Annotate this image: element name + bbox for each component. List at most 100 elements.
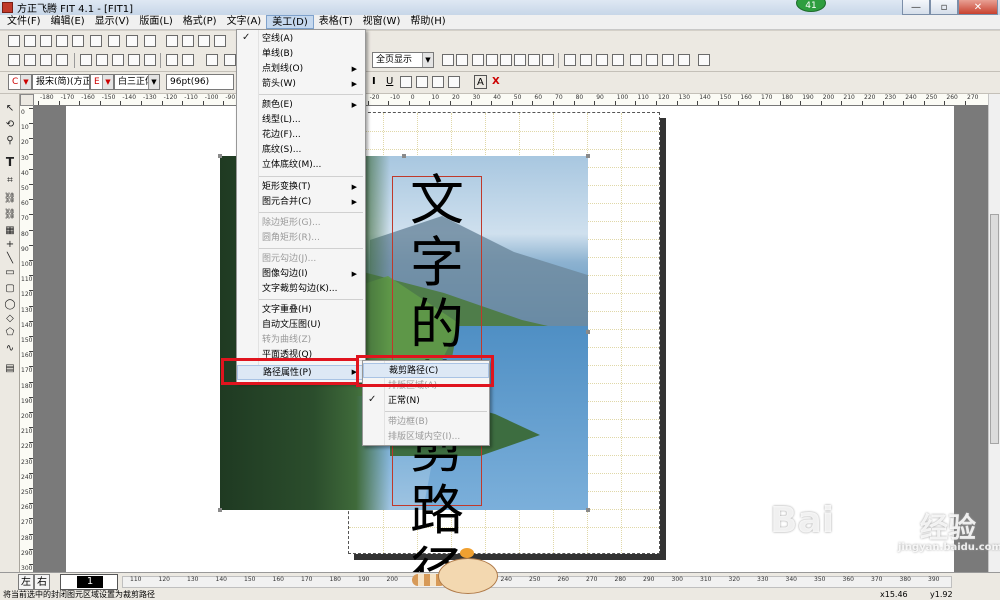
left-ruler[interactable]: 0 10 20 30 40 50 60 70 80 90 100 110 120 130 140 150 160…	[20, 106, 34, 572]
tool-icon[interactable]	[678, 54, 690, 66]
image-handle[interactable]	[586, 154, 590, 158]
align-icon[interactable]	[56, 35, 68, 47]
menu-layout[interactable]: 版面(L)	[134, 15, 177, 29]
zoom-select[interactable]: 全页显示 ▼	[372, 52, 434, 68]
menu-format[interactable]: 格式(P)	[178, 15, 222, 29]
justify-icon[interactable]	[96, 54, 108, 66]
image-handle[interactable]	[586, 330, 590, 334]
link-icon[interactable]	[596, 54, 608, 66]
font-name-select[interactable]: 白三正体 ▼	[114, 74, 160, 90]
line-icon[interactable]: ╲	[3, 252, 17, 265]
ellipse-icon[interactable]: ◯	[3, 298, 17, 311]
align-icon[interactable]	[90, 35, 102, 47]
align-icon[interactable]	[144, 35, 156, 47]
rectangle-icon[interactable]: ▭	[3, 266, 17, 279]
menu-art[interactable]: 美工(D)	[266, 15, 314, 29]
image-handle[interactable]	[218, 154, 222, 158]
align-icon[interactable]	[214, 35, 226, 47]
align-icon[interactable]	[182, 35, 194, 47]
justify-full-icon[interactable]	[56, 54, 68, 66]
align-icon[interactable]	[40, 35, 52, 47]
art-menu-item[interactable]: 线型(L)...	[237, 113, 365, 128]
print-icon[interactable]	[224, 54, 236, 66]
zoom-icon[interactable]: ⚲	[3, 134, 17, 147]
underline-button[interactable]: U	[384, 75, 395, 89]
art-menu-item[interactable]: 文字裁剪勾边(K)...	[237, 282, 365, 297]
image-handle[interactable]	[586, 508, 590, 512]
open-folder-icon[interactable]	[182, 54, 194, 66]
grid-icon[interactable]	[442, 54, 454, 66]
menu-help[interactable]: 帮助(H)	[405, 15, 450, 29]
font-family-select[interactable]: 报宋(简)(方正)	[32, 74, 90, 90]
align-icon[interactable]	[24, 35, 36, 47]
tool-icon[interactable]	[662, 54, 674, 66]
justify-icon[interactable]	[128, 54, 140, 66]
justify-icon[interactable]	[80, 54, 92, 66]
text-tool-icon[interactable]: T	[3, 156, 17, 169]
new-file-icon[interactable]	[166, 54, 178, 66]
layout-icon[interactable]	[542, 54, 554, 66]
font-size-select[interactable]: 96pt(96)	[166, 74, 234, 90]
align-icon[interactable]	[108, 35, 120, 47]
link-tool-icon[interactable]: ⛓	[3, 192, 17, 205]
menu-text[interactable]: 文字(A)	[222, 15, 267, 29]
color-icon[interactable]	[630, 54, 642, 66]
path-submenu-item[interactable]: 正常(N)	[363, 394, 489, 409]
pointer-icon[interactable]: ↖	[3, 102, 17, 115]
align-icon[interactable]	[8, 35, 20, 47]
plus-icon[interactable]: +	[3, 238, 17, 251]
crosshair-icon[interactable]	[486, 54, 498, 66]
art-menu-item[interactable]: 自动文压图(U)	[237, 318, 365, 333]
align-icon[interactable]	[198, 35, 210, 47]
align-icon[interactable]	[166, 35, 178, 47]
grid-tool-icon[interactable]: ▦	[3, 224, 17, 237]
align-icon[interactable]	[72, 35, 84, 47]
path-submenu-item[interactable]: 排版区域内空(I)...	[363, 430, 489, 445]
menu-file[interactable]: 文件(F)	[2, 15, 46, 29]
polygon-icon[interactable]: ⬠	[3, 326, 17, 339]
font-style-select[interactable]: E ▼	[90, 74, 114, 90]
scroll-thumb[interactable]	[990, 214, 999, 444]
rounded-rect-icon[interactable]: ▢	[3, 282, 17, 295]
minimize-button[interactable]: —	[902, 0, 930, 15]
text-style-button[interactable]: A	[474, 75, 487, 89]
pin-icon[interactable]	[472, 54, 484, 66]
menu-edit[interactable]: 编辑(E)	[46, 15, 90, 29]
art-menu-item[interactable]: 图元合并(C)	[237, 195, 365, 210]
font-color-select[interactable]: C ▼	[8, 74, 32, 90]
image-handle[interactable]	[402, 154, 406, 158]
justify-right-icon[interactable]	[40, 54, 52, 66]
help-icon[interactable]	[698, 54, 710, 66]
diamond-icon[interactable]: ◇	[3, 312, 17, 325]
art-menu-item[interactable]: 点划线(O)	[237, 62, 365, 77]
art-menu-item[interactable]: 花边(F)...	[237, 128, 365, 143]
top-ruler[interactable]: -180 -170 -160 -150 -140 -130 -120 -110 -100 -90-…	[34, 94, 988, 106]
menu-table[interactable]: 表格(T)	[314, 15, 358, 29]
align-icon[interactable]	[126, 35, 138, 47]
link-icon[interactable]	[564, 54, 576, 66]
italic-button[interactable]: I	[370, 75, 378, 89]
maximize-button[interactable]: ▫	[930, 0, 958, 15]
art-menu-item[interactable]: 图像勾边(I)	[237, 267, 365, 282]
art-menu-item[interactable]: 文字重叠(H)	[237, 303, 365, 318]
rotate-icon[interactable]: ⟲	[3, 118, 17, 131]
art-menu-item[interactable]: 单线(B)	[237, 47, 365, 62]
layout-icon[interactable]	[528, 54, 540, 66]
right-page-tab[interactable]: 右	[34, 574, 50, 590]
layout-icon[interactable]	[514, 54, 526, 66]
art-menu-item[interactable]: 底纹(S)...	[237, 143, 365, 158]
columns-icon[interactable]	[144, 54, 156, 66]
left-page-tab[interactable]: 左	[18, 574, 34, 590]
art-menu-item[interactable]: 圆角矩形(R)...	[237, 231, 365, 246]
art-menu-item[interactable]: 空线(A)	[237, 32, 365, 47]
art-menu-item[interactable]: 矩形变换(T)	[237, 180, 365, 195]
art-menu-item[interactable]: 立体底纹(M)...	[237, 158, 365, 173]
format-icon[interactable]	[416, 76, 428, 88]
justify-left-icon[interactable]	[8, 54, 20, 66]
link-icon[interactable]	[580, 54, 592, 66]
bezier-icon[interactable]: ∿	[3, 342, 17, 355]
format-icon[interactable]	[400, 76, 412, 88]
page-selector[interactable]: 1	[60, 574, 118, 590]
link-icon[interactable]	[612, 54, 624, 66]
art-menu-item[interactable]: 除边矩形(G)...	[237, 216, 365, 231]
